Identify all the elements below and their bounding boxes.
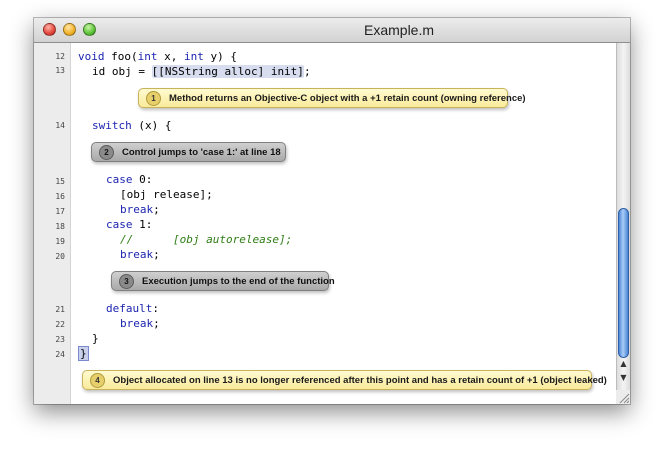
line-number: 24 [55, 350, 65, 359]
code-line-13[interactable]: id obj = [[NSString alloc] init]; [92, 65, 311, 78]
code-text: id obj = [92, 65, 152, 78]
code-text: 0: [132, 173, 153, 186]
annotation-text: Method returns an Objective-C object wit… [169, 92, 526, 104]
code-line-12[interactable]: void foo(int x, int y) { [78, 50, 237, 63]
code-line-21[interactable]: default: [106, 302, 159, 315]
code-text: foo( [104, 50, 138, 63]
step-number-badge: 4 [90, 372, 105, 388]
code-line-20[interactable]: break; [120, 248, 160, 261]
code-text: ; [153, 203, 160, 216]
vertical-scrollbar[interactable]: ▲ ▼ [616, 43, 630, 404]
annotation-bubble-4[interactable]: 4 Object allocated on line 13 is no long… [82, 370, 607, 390]
code-line-19[interactable]: // [obj autorelease]; [120, 233, 292, 246]
editor-window: Example.m 12 13 14 15 16 17 18 19 20 21 … [34, 18, 630, 404]
line-number: 17 [55, 207, 65, 216]
close-button[interactable] [43, 23, 56, 36]
line-number: 19 [55, 237, 65, 246]
step-number-badge: 1 [146, 90, 161, 106]
code-line-18[interactable]: case 1: [106, 218, 152, 231]
line-number: 18 [55, 222, 65, 231]
code-text: y) { [203, 50, 237, 63]
title-bar[interactable]: Example.m [34, 18, 630, 43]
keyword: void [78, 50, 105, 63]
scroll-down-arrow-icon[interactable]: ▼ [618, 372, 629, 384]
code-text: ; [153, 317, 160, 330]
keyword: case [106, 218, 133, 231]
line-number-gutter: 12 13 14 15 16 17 18 19 20 21 22 23 24 [34, 43, 71, 404]
code-text: (x) { [131, 119, 172, 132]
window-title: Example.m [364, 22, 435, 38]
code-text: 1: [132, 218, 153, 231]
code-line-17[interactable]: break; [120, 203, 160, 216]
keyword: case [106, 173, 133, 186]
annotation-bubble-2[interactable]: 2 Control jumps to 'case 1:' at line 18 [91, 142, 286, 162]
annotation-text: Object allocated on line 13 is no longer… [113, 374, 607, 386]
keyword: break [120, 248, 154, 261]
keyword: int [184, 50, 204, 63]
keyword: default [106, 302, 153, 315]
line-number: 12 [55, 52, 65, 61]
code-text: : [152, 302, 159, 315]
step-number-badge: 2 [99, 144, 114, 160]
keyword: switch [92, 119, 132, 132]
line-number: 20 [55, 252, 65, 261]
scrollbar-thumb[interactable] [618, 208, 629, 358]
code-text: ; [153, 248, 160, 261]
matched-brace: } [78, 346, 89, 361]
annotation-bubble-1[interactable]: 1 Method returns an Objective-C object w… [138, 88, 526, 108]
annotation-bubble-3[interactable]: 3 Execution jumps to the end of the func… [111, 271, 335, 291]
annotation-text: Execution jumps to the end of the functi… [142, 275, 335, 287]
line-number: 22 [55, 320, 65, 329]
line-number: 16 [55, 192, 65, 201]
highlighted-expression: [[NSString alloc] init] [151, 65, 304, 78]
code-line-23[interactable]: } [92, 332, 99, 345]
scroll-up-arrow-icon[interactable]: ▲ [618, 358, 629, 370]
keyword: break [120, 317, 154, 330]
line-number: 14 [55, 121, 65, 130]
code-line-14[interactable]: switch (x) { [92, 119, 172, 132]
minimize-button[interactable] [63, 23, 76, 36]
code-line-16[interactable]: [obj release]; [120, 188, 213, 201]
code-text: ; [303, 65, 311, 78]
keyword: break [120, 203, 154, 216]
zoom-button[interactable] [83, 23, 96, 36]
step-number-badge: 3 [119, 273, 134, 289]
code-line-22[interactable]: break; [120, 317, 160, 330]
code-line-24[interactable]: } [78, 346, 89, 361]
resize-grip-icon[interactable] [616, 390, 630, 404]
annotation-text: Control jumps to 'case 1:' at line 18 [122, 146, 281, 158]
code-text: x, [157, 50, 184, 63]
line-number: 23 [55, 335, 65, 344]
keyword: int [137, 50, 158, 63]
line-number: 13 [55, 66, 65, 75]
line-number: 15 [55, 177, 65, 186]
code-line-15[interactable]: case 0: [106, 173, 152, 186]
line-number: 21 [55, 305, 65, 314]
